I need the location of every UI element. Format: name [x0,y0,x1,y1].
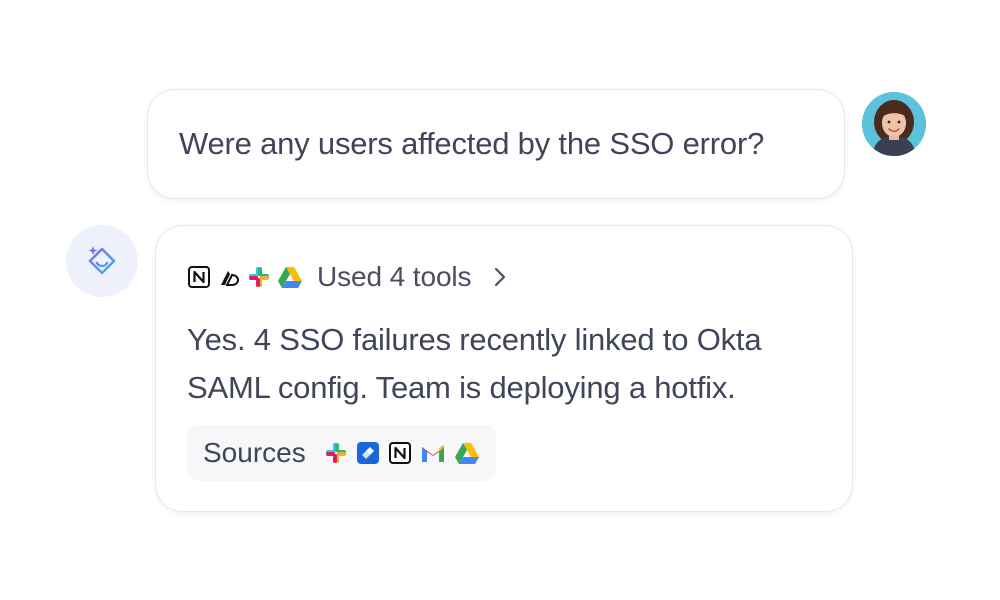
user-photo-icon [862,92,926,156]
used-tools-toggle[interactable]: Used 4 tools [187,261,507,292]
user-message-text: Were any users affected by the SSO error… [179,126,765,161]
user-message-bubble: Were any users affected by the SSO error… [147,89,845,199]
source-icons [324,441,480,465]
tool-icons [187,265,303,289]
google-drive-icon [454,443,479,464]
assistant-answer-text: Yes. 4 SSO failures recently linked to O… [187,316,827,412]
linear-icon [221,271,240,286]
sources-button[interactable]: Sources [187,425,496,481]
jira-icon [356,442,379,464]
used-tools-label: Used 4 tools [317,261,472,292]
notion-icon [388,442,411,464]
slack-icon [249,267,269,287]
user-avatar[interactable] [862,92,926,156]
google-drive-icon [278,267,302,288]
chat-thread: Were any users affected by the SSO error… [0,0,1000,600]
assistant-avatar [66,225,138,297]
answer-line: Yes. 4 SSO failures recently linked to O… [187,322,762,357]
assistant-logo-icon [88,246,116,275]
answer-line: SAML config. Team is deploying a hotfix. [187,370,736,405]
sources-label: Sources [203,437,306,468]
slack-icon [325,443,346,463]
chevron-right-icon [493,266,507,288]
gmail-icon [421,445,444,462]
notion-icon [188,266,210,288]
assistant-message-card: Used 4 tools Yes. 4 SSO failures recentl… [155,225,853,512]
